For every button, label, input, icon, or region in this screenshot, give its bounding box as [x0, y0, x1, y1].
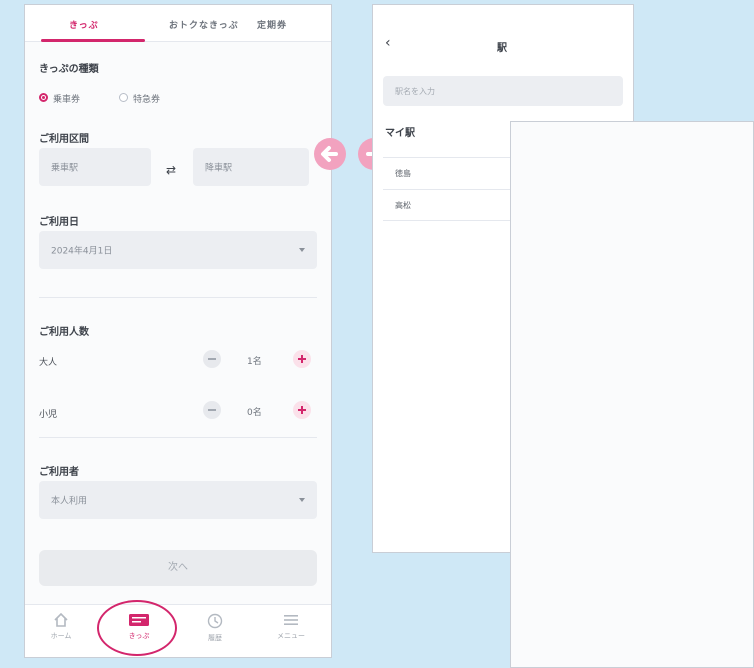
divider [39, 297, 317, 298]
chevron-down-icon [299, 498, 305, 502]
passengers-label: ご利用人数 [39, 327, 89, 338]
radio-regular-ticket-label: 乗車券 [53, 95, 81, 105]
child-plus-button[interactable] [293, 401, 311, 419]
date-value: 2024年4月1日 [51, 246, 113, 257]
tab-discount-ticket[interactable]: おトクなきっぷ [169, 18, 239, 31]
nav-history[interactable]: 履歴 [191, 613, 239, 643]
radio-express-ticket[interactable] [119, 93, 128, 102]
radio-express-ticket-label: 特急券 [133, 95, 161, 105]
my-stations-label: マイ駅 [385, 128, 415, 139]
adult-label: 大人 [39, 358, 58, 368]
arrival-station-placeholder: 降車駅 [205, 163, 233, 174]
station-name: 高松 [395, 201, 411, 210]
back-chevron-icon[interactable]: ‹ [385, 35, 391, 51]
radio-regular-ticket[interactable] [39, 93, 48, 102]
tab-ticket[interactable]: きっぷ [69, 18, 99, 31]
child-count: 0名 [247, 408, 262, 418]
nav-home[interactable]: ホーム [37, 613, 85, 641]
user-value: 本人利用 [51, 496, 88, 507]
swap-stations-icon[interactable]: ⇄ [166, 163, 176, 177]
departure-station-field[interactable]: 乗車駅 [39, 148, 151, 186]
ticket-type-options: 乗車券 特急券 [39, 91, 239, 107]
station-search-input[interactable]: 駅名を入力 [383, 76, 623, 106]
arrival-station-field[interactable]: 降車駅 [193, 148, 309, 186]
date-select[interactable]: 2024年4月1日 [39, 231, 317, 269]
date-label: ご利用日 [39, 217, 79, 228]
highlight-ring [97, 600, 177, 656]
menu-icon [284, 615, 298, 625]
next-button[interactable]: 次へ [39, 550, 317, 586]
clock-icon [207, 613, 223, 629]
ticket-type-label: きっぷの種類 [39, 64, 99, 75]
bottom-navigation: ホーム きっぷ 履歴 メニュー [25, 604, 331, 657]
ticket-tabs: きっぷ おトクなきっぷ 定期券 [25, 5, 331, 42]
nav-home-label: ホーム [50, 632, 72, 640]
screen-title: 駅 [497, 43, 507, 54]
active-tab-indicator [41, 39, 145, 42]
departure-station-placeholder: 乗車駅 [51, 163, 79, 174]
station-name: 徳島 [395, 169, 411, 178]
adult-minus-button[interactable] [203, 350, 221, 368]
child-label: 小児 [39, 410, 58, 420]
chevron-down-icon [299, 248, 305, 252]
divider [39, 437, 317, 438]
back-arrow-icon [314, 138, 346, 170]
nav-menu-label: メニュー [277, 632, 305, 640]
home-icon [54, 613, 68, 627]
adult-count: 1名 [247, 357, 262, 367]
nav-history-label: 履歴 [208, 634, 222, 642]
child-minus-button[interactable] [203, 401, 221, 419]
blank-overlay-panel [510, 121, 754, 668]
tab-commuter-pass[interactable]: 定期券 [257, 18, 287, 31]
route-label: ご利用区間 [39, 134, 89, 145]
user-label: ご利用者 [39, 467, 79, 478]
user-select[interactable]: 本人利用 [39, 481, 317, 519]
adult-plus-button[interactable] [293, 350, 311, 368]
station-search-placeholder: 駅名を入力 [395, 87, 435, 96]
nav-menu[interactable]: メニュー [267, 613, 315, 641]
ticket-purchase-screen: きっぷ おトクなきっぷ 定期券 きっぷの種類 乗車券 特急券 ご利用区間 乗車駅… [24, 4, 332, 658]
